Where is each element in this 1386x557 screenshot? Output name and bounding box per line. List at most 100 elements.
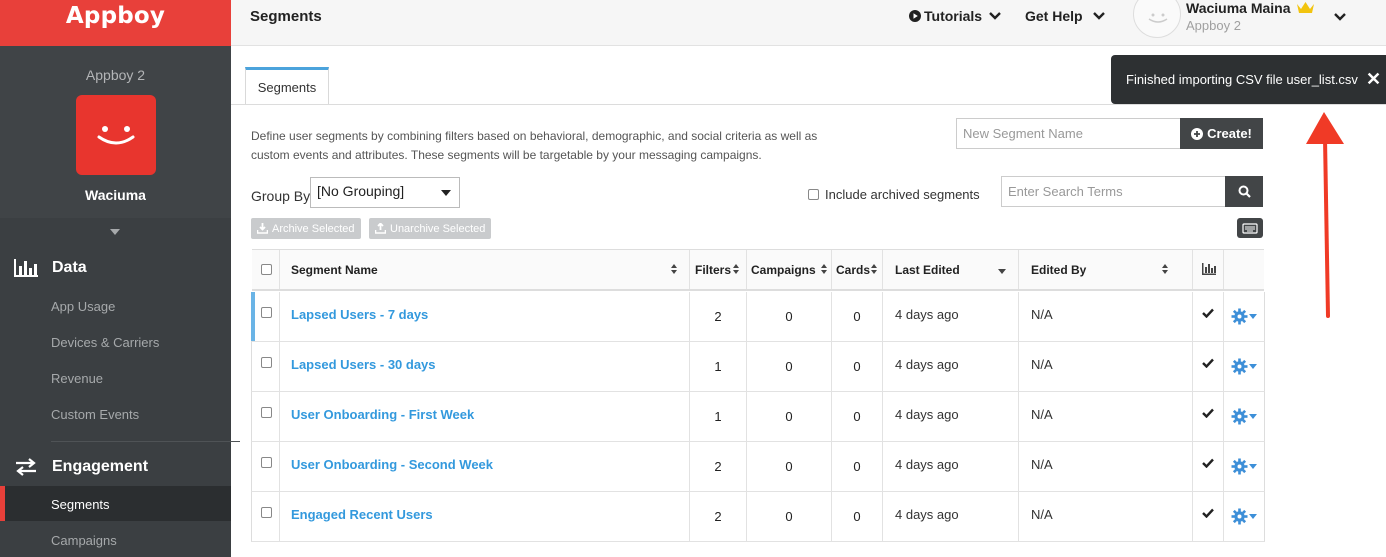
chevron-down-icon[interactable] bbox=[1334, 13, 1346, 21]
col-edited-by[interactable]: Edited By bbox=[1019, 250, 1193, 289]
brand-header[interactable]: Appboy bbox=[0, 0, 231, 46]
new-segment-name-input[interactable]: New Segment Name bbox=[956, 118, 1181, 149]
stats-cell bbox=[1193, 342, 1224, 391]
sort-icon bbox=[733, 264, 739, 274]
column-header-label: Segment Name bbox=[291, 263, 378, 277]
group-by-select[interactable]: [No Grouping] bbox=[310, 177, 460, 208]
avatar[interactable] bbox=[1133, 0, 1181, 38]
edited-by-cell: N/A bbox=[1019, 442, 1193, 491]
edited-by-cell: N/A bbox=[1019, 342, 1193, 391]
last-edited-cell: 4 days ago bbox=[883, 392, 1019, 441]
stats-cell bbox=[1193, 492, 1224, 541]
tab-segments[interactable]: Segments bbox=[245, 67, 329, 105]
sidebar-item-campaigns[interactable]: Campaigns bbox=[51, 533, 117, 548]
archive-selected-button[interactable]: Archive Selected bbox=[251, 218, 361, 239]
table-row[interactable]: Lapsed Users - 7 days 2 0 0 4 days ago N/A bbox=[251, 292, 1265, 342]
segment-link[interactable]: Lapsed Users - 30 days bbox=[291, 357, 436, 372]
nav-section-engagement[interactable]: Engagement bbox=[14, 458, 148, 476]
col-campaigns[interactable]: Campaigns bbox=[747, 250, 832, 289]
row-checkbox[interactable] bbox=[261, 507, 272, 518]
sidebar-item-custom-events[interactable]: Custom Events bbox=[51, 407, 139, 422]
row-select-cell bbox=[252, 492, 280, 541]
chevron-down-icon[interactable] bbox=[110, 229, 120, 235]
select-all-checkbox[interactable] bbox=[261, 264, 272, 275]
gear-icon bbox=[1231, 408, 1248, 425]
col-last-edited[interactable]: Last Edited bbox=[883, 250, 1019, 289]
get-help-menu[interactable]: Get Help bbox=[1025, 8, 1105, 24]
close-icon[interactable]: ✕ bbox=[1366, 69, 1381, 90]
keyboard-shortcuts-button[interactable] bbox=[1237, 218, 1263, 238]
nav-section-label: Engagement bbox=[52, 458, 149, 475]
caret-down-icon bbox=[1249, 464, 1257, 469]
actions-cell bbox=[1224, 492, 1266, 541]
edited-by-value: N/A bbox=[1031, 457, 1053, 472]
checkmark-icon bbox=[1202, 508, 1214, 518]
col-stats[interactable] bbox=[1193, 250, 1224, 289]
nav-section-data[interactable]: Data bbox=[14, 259, 87, 277]
include-archived-checkbox[interactable] bbox=[808, 189, 819, 200]
table-row[interactable]: User Onboarding - Second Week 2 0 0 4 days a… bbox=[251, 442, 1265, 492]
tutorials-menu[interactable]: Tutorials bbox=[909, 8, 1001, 24]
edited-by-cell: N/A bbox=[1019, 492, 1193, 541]
user-name[interactable]: Waciuma Maina bbox=[1186, 0, 1291, 16]
gear-icon bbox=[1231, 508, 1248, 525]
caret-down-icon bbox=[1249, 414, 1257, 419]
table-row[interactable]: User Onboarding - First Week 1 0 0 4 days ag… bbox=[251, 392, 1265, 442]
segment-link[interactable]: Engaged Recent Users bbox=[291, 507, 433, 522]
upload-icon bbox=[375, 223, 386, 234]
edited-by-cell: N/A bbox=[1019, 292, 1193, 341]
keyboard-icon bbox=[1242, 223, 1258, 234]
user-app-name: Appboy 2 bbox=[1186, 18, 1241, 33]
search-input[interactable]: Enter Search Terms bbox=[1001, 176, 1226, 207]
settings-dropdown[interactable] bbox=[1231, 408, 1257, 428]
settings-dropdown[interactable] bbox=[1231, 458, 1257, 478]
settings-dropdown[interactable] bbox=[1231, 308, 1257, 328]
group-by-value: [No Grouping] bbox=[317, 183, 405, 199]
col-filters[interactable]: Filters bbox=[690, 250, 747, 289]
create-segment-button[interactable]: Create! bbox=[1180, 118, 1263, 149]
segment-link[interactable]: User Onboarding - Second Week bbox=[291, 457, 493, 472]
cards-cell: 0 bbox=[832, 292, 883, 341]
col-cards[interactable]: Cards bbox=[832, 250, 883, 289]
sidebar-item-segments[interactable]: Segments bbox=[51, 497, 110, 512]
annotation-arrow bbox=[1306, 112, 1344, 318]
settings-dropdown[interactable] bbox=[1231, 358, 1257, 378]
segment-link[interactable]: Lapsed Users - 7 days bbox=[291, 307, 428, 322]
segment-link[interactable]: User Onboarding - First Week bbox=[291, 407, 474, 422]
sort-icon bbox=[871, 264, 877, 274]
row-checkbox[interactable] bbox=[261, 457, 272, 468]
table-row[interactable]: Lapsed Users - 30 days 1 0 0 4 days ago N/A bbox=[251, 342, 1265, 392]
app-switcher[interactable]: Appboy 2 Waciuma bbox=[0, 46, 231, 218]
include-archived-option[interactable]: Include archived segments bbox=[808, 187, 980, 202]
last-edited-value: 4 days ago bbox=[895, 357, 959, 372]
sidebar-item-app-usage[interactable]: App Usage bbox=[51, 299, 115, 314]
filters-cell: 1 bbox=[690, 392, 747, 441]
caret-down-icon bbox=[1249, 514, 1257, 519]
last-edited-cell: 4 days ago bbox=[883, 342, 1019, 391]
cards-count: 0 bbox=[853, 459, 861, 474]
table-row[interactable]: Engaged Recent Users 2 0 0 4 days ago N/A bbox=[251, 492, 1265, 542]
cards-cell: 0 bbox=[832, 492, 883, 541]
cards-count: 0 bbox=[853, 409, 861, 424]
sidebar-item-devices-carriers[interactable]: Devices & Carriers bbox=[51, 335, 159, 350]
unarchive-selected-button[interactable]: Unarchive Selected bbox=[369, 218, 492, 239]
unarchive-label: Unarchive Selected bbox=[390, 222, 486, 235]
group-by-label: Group By bbox=[251, 188, 311, 204]
top-bar: Segments Tutorials Get Help Waciuma Main… bbox=[231, 0, 1386, 46]
stats-cell bbox=[1193, 292, 1224, 341]
col-segment-name[interactable]: Segment Name bbox=[280, 250, 690, 289]
row-checkbox[interactable] bbox=[261, 357, 272, 368]
last-edited-cell: 4 days ago bbox=[883, 442, 1019, 491]
search-button[interactable] bbox=[1225, 176, 1263, 207]
segment-name-cell: Lapsed Users - 7 days bbox=[280, 292, 690, 341]
settings-dropdown[interactable] bbox=[1231, 508, 1257, 528]
last-edited-value: 4 days ago bbox=[895, 507, 959, 522]
row-checkbox[interactable] bbox=[261, 307, 272, 318]
page-description: Define user segments by combining filter… bbox=[251, 129, 818, 162]
bar-chart-icon bbox=[1202, 263, 1216, 275]
chevron-down-icon bbox=[1092, 12, 1105, 20]
active-nav-indicator bbox=[0, 486, 5, 521]
sidebar-item-revenue[interactable]: Revenue bbox=[51, 371, 103, 386]
filters-count: 2 bbox=[714, 509, 722, 524]
row-checkbox[interactable] bbox=[261, 407, 272, 418]
